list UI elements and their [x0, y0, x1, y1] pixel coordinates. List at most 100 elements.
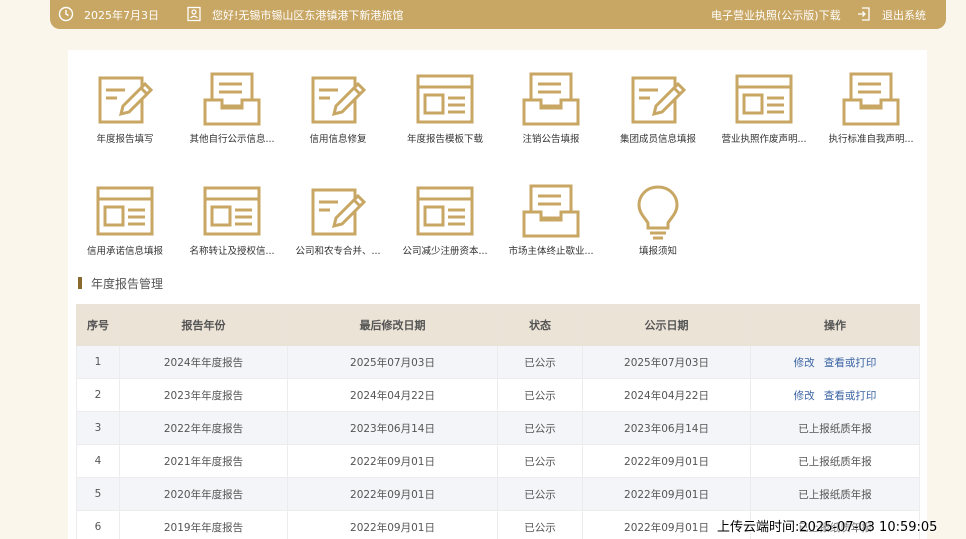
cell-operation: 已上报纸质年报: [750, 411, 920, 445]
inbox-tray-icon: [203, 72, 261, 126]
cell-modified: 2023年06月14日: [287, 411, 498, 445]
cell-status: 已公示: [497, 378, 583, 412]
upload-timestamp-watermark: 上传云端时间:2025-07-03 10:59:05: [717, 520, 938, 535]
cell-year: 2020年年度报告: [119, 477, 288, 511]
func-label: 公司减少注册资本...: [402, 246, 488, 257]
logout-icon[interactable]: [856, 6, 872, 22]
section-marker: [78, 277, 82, 289]
col-header: 报告年份: [119, 304, 288, 346]
func-annual-report-fill[interactable]: 年度报告填写: [69, 70, 181, 145]
lightbulb-icon: [637, 185, 679, 240]
cell-publish: 2024年04月22日: [582, 378, 751, 412]
cell-year: 2023年年度报告: [119, 378, 288, 412]
section-title-text: 年度报告管理: [91, 276, 164, 291]
id-card-icon: [186, 6, 202, 22]
cell-no: 3: [76, 411, 120, 445]
cell-status: 已公示: [497, 510, 583, 539]
logout-link[interactable]: 退出系统: [882, 7, 926, 23]
cell-status: 已公示: [497, 444, 583, 478]
func-label: 其他自行公示信息...: [189, 134, 275, 145]
func-label: 注销公告填报: [522, 134, 580, 145]
edit-document-icon: [311, 188, 366, 236]
cell-modified: 2022年09月01日: [287, 477, 498, 511]
col-header: 序号: [76, 304, 120, 346]
func-label: 集团成员信息填报: [619, 134, 696, 145]
cell-operation: 修改 查看或打印: [750, 345, 920, 379]
col-header: 公示日期: [582, 304, 751, 346]
cell-no: 6: [76, 510, 120, 539]
func-filing-instructions[interactable]: 填报须知: [602, 182, 714, 257]
cell-publish: 2022年09月01日: [582, 444, 751, 478]
cell-operation: 已上报纸质年报: [750, 477, 920, 511]
func-license-void-statement[interactable]: 营业执照作废声明...: [708, 70, 820, 145]
cell-year: 2024年年度报告: [119, 345, 288, 379]
cell-no: 2: [76, 378, 120, 412]
edit-link[interactable]: 修改: [794, 390, 815, 402]
inbox-tray-icon: [522, 184, 580, 238]
func-label: 信用信息修复: [309, 134, 367, 145]
func-deregistration-notice[interactable]: 注销公告填报: [495, 70, 607, 145]
form-template-icon: [735, 74, 793, 124]
cell-year: 2022年年度报告: [119, 411, 288, 445]
func-capital-reduction[interactable]: 公司减少注册资本...: [389, 182, 501, 257]
func-label: 营业执照作废声明...: [721, 134, 807, 145]
form-template-icon: [96, 186, 154, 236]
func-label: 年度报告填写: [96, 134, 154, 145]
edit-link[interactable]: 修改: [794, 357, 815, 369]
form-template-icon: [416, 74, 474, 124]
cell-modified: 2025年07月03日: [287, 345, 498, 379]
table-row: 3 2022年年度报告 2023年06月14日 已公示 2023年06月14日 …: [76, 411, 920, 445]
clock-icon: [58, 6, 74, 22]
cell-no: 5: [76, 477, 120, 511]
cell-modified: 2022年09月01日: [287, 444, 498, 478]
cell-modified: 2022年09月01日: [287, 510, 498, 539]
col-header: 状态: [497, 304, 583, 346]
edit-document-icon: [98, 76, 153, 124]
func-label: 名称转让及授权信...: [189, 246, 275, 257]
cell-no: 1: [76, 345, 120, 379]
table-header-row: 序号 报告年份 最后修改日期 状态 公示日期 操作: [76, 304, 920, 346]
cell-year: 2021年年度报告: [119, 444, 288, 478]
top-bar: 2025年7月3日 您好!无锡市锡山区东港镇港下新港旅馆 电子营业执照(公示版)…: [50, 0, 946, 29]
table-row: 1 2024年年度报告 2025年07月03日 已公示 2025年07月03日 …: [76, 345, 920, 379]
cell-status: 已公示: [497, 411, 583, 445]
func-template-download[interactable]: 年度报告模板下载: [389, 70, 501, 145]
func-label: 信用承诺信息填报: [86, 246, 163, 257]
func-label: 执行标准自我声明...: [828, 134, 914, 145]
cell-publish: 2025年07月03日: [582, 345, 751, 379]
inbox-tray-icon: [522, 72, 580, 126]
cell-status: 已公示: [497, 477, 583, 511]
col-header: 最后修改日期: [287, 304, 498, 346]
func-credit-repair[interactable]: 信用信息修复: [282, 70, 394, 145]
func-name-transfer[interactable]: 名称转让及授权信...: [176, 182, 288, 257]
view-print-link[interactable]: 查看或打印: [824, 357, 877, 369]
section-title: 年度报告管理: [78, 276, 164, 291]
form-template-icon: [203, 186, 261, 236]
func-label: 市场主体终止歇业...: [508, 246, 594, 257]
table-row: 5 2020年年度报告 2022年09月01日 已公示 2022年09月01日 …: [76, 477, 920, 511]
func-other-disclosure[interactable]: 其他自行公示信息...: [176, 70, 288, 145]
view-print-link[interactable]: 查看或打印: [824, 390, 877, 402]
cell-modified: 2024年04月22日: [287, 378, 498, 412]
func-credit-commitment[interactable]: 信用承诺信息填报: [69, 182, 181, 257]
table-row: 4 2021年年度报告 2022年09月01日 已公示 2022年09月01日 …: [76, 444, 920, 478]
func-label: 年度报告模板下载: [406, 134, 483, 145]
annual-report-table: 序号 报告年份 最后修改日期 状态 公示日期 操作 1 2024年年度报告 20…: [76, 304, 920, 539]
cell-publish: 2022年09月01日: [582, 477, 751, 511]
table-row: 2 2023年年度报告 2024年04月22日 已公示 2024年04月22日 …: [76, 378, 920, 412]
func-standard-self-declaration[interactable]: 执行标准自我声明...: [815, 70, 927, 145]
func-label: 填报须知: [638, 246, 677, 257]
cell-operation: 修改 查看或打印: [750, 378, 920, 412]
license-download-link[interactable]: 电子营业执照(公示版)下载: [711, 7, 841, 23]
func-label: 公司和农专合并、...: [295, 246, 381, 257]
func-business-suspension[interactable]: 市场主体终止歇业...: [495, 182, 607, 257]
inbox-tray-icon: [842, 72, 900, 126]
edit-document-icon: [311, 76, 366, 124]
greeting-text: 您好!无锡市锡山区东港镇港下新港旅馆: [212, 9, 404, 22]
func-company-merger[interactable]: 公司和农专合并、...: [282, 182, 394, 257]
current-date: 2025年7月3日: [84, 9, 159, 22]
cell-operation: 已上报纸质年报: [750, 444, 920, 478]
func-group-member[interactable]: 集团成员信息填报: [602, 70, 714, 145]
cell-no: 4: [76, 444, 120, 478]
col-header: 操作: [750, 304, 920, 346]
